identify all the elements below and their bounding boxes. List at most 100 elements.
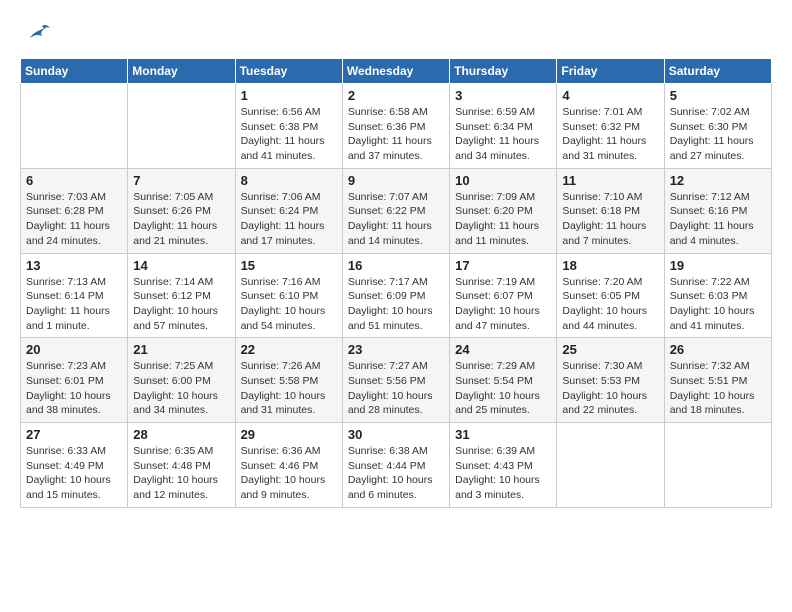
calendar-cell: 17 Sunrise: 7:19 AM Sunset: 6:07 PM Dayli… <box>450 253 557 338</box>
day-info: Sunrise: 7:06 AM Sunset: 6:24 PM Dayligh… <box>241 190 337 249</box>
calendar-cell: 12 Sunrise: 7:12 AM Sunset: 6:16 PM Dayli… <box>664 168 771 253</box>
weekday-header: Tuesday <box>235 59 342 84</box>
weekday-header: Saturday <box>664 59 771 84</box>
day-info: Sunrise: 6:58 AM Sunset: 6:36 PM Dayligh… <box>348 105 444 164</box>
page-header <box>20 20 772 42</box>
calendar-cell: 2Sunrise: 6:58 AM Sunset: 6:36 PM Daylig… <box>342 84 449 169</box>
calendar-cell: 3 Sunrise: 6:59 AM Sunset: 6:34 PM Daylig… <box>450 84 557 169</box>
calendar-cell: 1 Sunrise: 6:56 AM Sunset: 6:38 PM Daylig… <box>235 84 342 169</box>
day-number: 8 <box>241 173 337 188</box>
day-info: Sunrise: 7:10 AM Sunset: 6:18 PM Dayligh… <box>562 190 658 249</box>
weekday-header: Thursday <box>450 59 557 84</box>
logo-bird-icon <box>22 20 50 42</box>
day-info: Sunrise: 6:38 AM Sunset: 4:44 PM Dayligh… <box>348 444 444 503</box>
day-number: 12 <box>670 173 766 188</box>
calendar-cell: 19 Sunrise: 7:22 AM Sunset: 6:03 PM Dayli… <box>664 253 771 338</box>
calendar-cell: 20 Sunrise: 7:23 AM Sunset: 6:01 PM Dayli… <box>21 338 128 423</box>
calendar-cell: 16Sunrise: 7:17 AM Sunset: 6:09 PM Dayli… <box>342 253 449 338</box>
calendar-week-row: 6 Sunrise: 7:03 AM Sunset: 6:28 PM Daylig… <box>21 168 772 253</box>
day-info: Sunrise: 6:59 AM Sunset: 6:34 PM Dayligh… <box>455 105 551 164</box>
calendar-cell: 6 Sunrise: 7:03 AM Sunset: 6:28 PM Daylig… <box>21 168 128 253</box>
calendar-cell: 27 Sunrise: 6:33 AM Sunset: 4:49 PM Dayli… <box>21 423 128 508</box>
day-info: Sunrise: 7:29 AM Sunset: 5:54 PM Dayligh… <box>455 359 551 418</box>
day-number: 24 <box>455 342 551 357</box>
day-info: Sunrise: 6:33 AM Sunset: 4:49 PM Dayligh… <box>26 444 122 503</box>
calendar-cell: 30 Sunrise: 6:38 AM Sunset: 4:44 PM Dayli… <box>342 423 449 508</box>
calendar-cell: 9 Sunrise: 7:07 AM Sunset: 6:22 PM Daylig… <box>342 168 449 253</box>
day-info: Sunrise: 7:30 AM Sunset: 5:53 PM Dayligh… <box>562 359 658 418</box>
calendar-cell: 10 Sunrise: 7:09 AM Sunset: 6:20 PM Dayli… <box>450 168 557 253</box>
day-number: 29 <box>241 427 337 442</box>
day-number: 28 <box>133 427 229 442</box>
day-number: 23 <box>348 342 444 357</box>
day-info: Sunrise: 6:56 AM Sunset: 6:38 PM Dayligh… <box>241 105 337 164</box>
calendar-cell: 7 Sunrise: 7:05 AM Sunset: 6:26 PM Daylig… <box>128 168 235 253</box>
calendar-cell: 14 Sunrise: 7:14 AM Sunset: 6:12 PM Dayli… <box>128 253 235 338</box>
day-number: 22 <box>241 342 337 357</box>
day-number: 26 <box>670 342 766 357</box>
weekday-header: Friday <box>557 59 664 84</box>
day-info: Sunrise: 7:20 AM Sunset: 6:05 PM Dayligh… <box>562 275 658 334</box>
day-number: 30 <box>348 427 444 442</box>
day-number: 21 <box>133 342 229 357</box>
day-info: Sunrise: 7:05 AM Sunset: 6:26 PM Dayligh… <box>133 190 229 249</box>
calendar-cell: 5Sunrise: 7:02 AM Sunset: 6:30 PM Daylig… <box>664 84 771 169</box>
calendar-cell: 28 Sunrise: 6:35 AM Sunset: 4:48 PM Dayli… <box>128 423 235 508</box>
weekday-header: Monday <box>128 59 235 84</box>
weekday-header: Wednesday <box>342 59 449 84</box>
day-number: 1 <box>241 88 337 103</box>
day-info: Sunrise: 7:32 AM Sunset: 5:51 PM Dayligh… <box>670 359 766 418</box>
day-info: Sunrise: 7:22 AM Sunset: 6:03 PM Dayligh… <box>670 275 766 334</box>
calendar-cell: 26 Sunrise: 7:32 AM Sunset: 5:51 PM Dayli… <box>664 338 771 423</box>
day-info: Sunrise: 7:23 AM Sunset: 6:01 PM Dayligh… <box>26 359 122 418</box>
day-number: 13 <box>26 258 122 273</box>
day-number: 18 <box>562 258 658 273</box>
calendar-cell: 23Sunrise: 7:27 AM Sunset: 5:56 PM Dayli… <box>342 338 449 423</box>
calendar-cell <box>21 84 128 169</box>
day-number: 16 <box>348 258 444 273</box>
day-info: Sunrise: 7:14 AM Sunset: 6:12 PM Dayligh… <box>133 275 229 334</box>
day-number: 14 <box>133 258 229 273</box>
day-number: 9 <box>348 173 444 188</box>
calendar-body: 1 Sunrise: 6:56 AM Sunset: 6:38 PM Daylig… <box>21 84 772 508</box>
day-number: 19 <box>670 258 766 273</box>
calendar-cell: 13 Sunrise: 7:13 AM Sunset: 6:14 PM Dayli… <box>21 253 128 338</box>
day-number: 25 <box>562 342 658 357</box>
day-info: Sunrise: 7:03 AM Sunset: 6:28 PM Dayligh… <box>26 190 122 249</box>
day-number: 17 <box>455 258 551 273</box>
day-number: 11 <box>562 173 658 188</box>
calendar-cell: 8 Sunrise: 7:06 AM Sunset: 6:24 PM Daylig… <box>235 168 342 253</box>
day-info: Sunrise: 7:12 AM Sunset: 6:16 PM Dayligh… <box>670 190 766 249</box>
day-number: 31 <box>455 427 551 442</box>
day-number: 7 <box>133 173 229 188</box>
calendar-cell: 29 Sunrise: 6:36 AM Sunset: 4:46 PM Dayli… <box>235 423 342 508</box>
calendar-cell: 21 Sunrise: 7:25 AM Sunset: 6:00 PM Dayli… <box>128 338 235 423</box>
day-number: 10 <box>455 173 551 188</box>
day-info: Sunrise: 7:07 AM Sunset: 6:22 PM Dayligh… <box>348 190 444 249</box>
day-number: 15 <box>241 258 337 273</box>
day-number: 4 <box>562 88 658 103</box>
day-info: Sunrise: 6:36 AM Sunset: 4:46 PM Dayligh… <box>241 444 337 503</box>
day-number: 27 <box>26 427 122 442</box>
calendar-cell: 31 Sunrise: 6:39 AM Sunset: 4:43 PM Dayli… <box>450 423 557 508</box>
calendar-cell: 25 Sunrise: 7:30 AM Sunset: 5:53 PM Dayli… <box>557 338 664 423</box>
day-number: 5 <box>670 88 766 103</box>
day-info: Sunrise: 6:39 AM Sunset: 4:43 PM Dayligh… <box>455 444 551 503</box>
day-info: Sunrise: 7:26 AM Sunset: 5:58 PM Dayligh… <box>241 359 337 418</box>
calendar-header-row: SundayMondayTuesdayWednesdayThursdayFrid… <box>21 59 772 84</box>
day-info: Sunrise: 7:25 AM Sunset: 6:00 PM Dayligh… <box>133 359 229 418</box>
calendar-cell: 18 Sunrise: 7:20 AM Sunset: 6:05 PM Dayli… <box>557 253 664 338</box>
day-number: 20 <box>26 342 122 357</box>
day-info: Sunrise: 7:19 AM Sunset: 6:07 PM Dayligh… <box>455 275 551 334</box>
day-info: Sunrise: 7:09 AM Sunset: 6:20 PM Dayligh… <box>455 190 551 249</box>
calendar-week-row: 1 Sunrise: 6:56 AM Sunset: 6:38 PM Daylig… <box>21 84 772 169</box>
day-info: Sunrise: 7:13 AM Sunset: 6:14 PM Dayligh… <box>26 275 122 334</box>
day-number: 3 <box>455 88 551 103</box>
day-info: Sunrise: 7:01 AM Sunset: 6:32 PM Dayligh… <box>562 105 658 164</box>
day-number: 6 <box>26 173 122 188</box>
logo <box>20 20 50 42</box>
weekday-header: Sunday <box>21 59 128 84</box>
calendar-cell: 4 Sunrise: 7:01 AM Sunset: 6:32 PM Daylig… <box>557 84 664 169</box>
day-info: Sunrise: 6:35 AM Sunset: 4:48 PM Dayligh… <box>133 444 229 503</box>
calendar-cell: 11 Sunrise: 7:10 AM Sunset: 6:18 PM Dayli… <box>557 168 664 253</box>
